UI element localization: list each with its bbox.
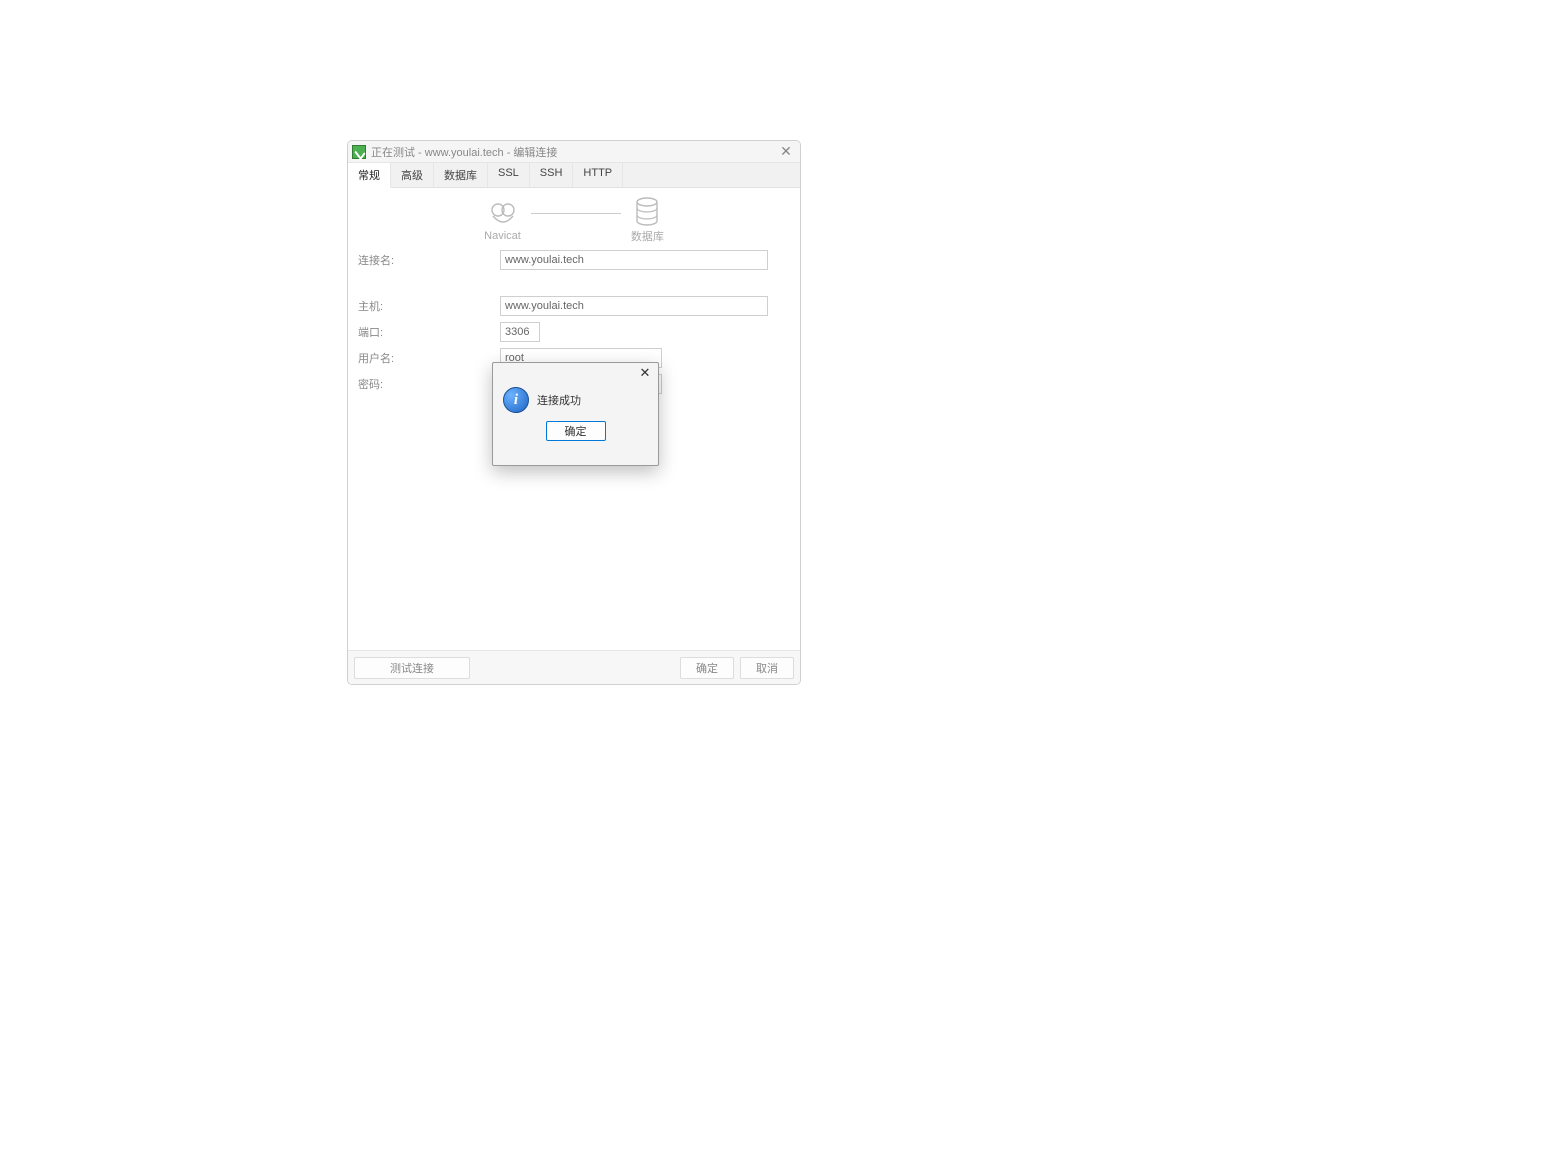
host-input[interactable] <box>500 296 768 316</box>
dialog-footer: 测试连接 确定 取消 <box>348 650 800 684</box>
navicat-icon <box>487 198 519 230</box>
diagram-navicat: Navicat <box>484 198 521 242</box>
connection-diagram: Navicat 数据库 <box>358 196 790 244</box>
row-host: 主机: <box>358 296 790 316</box>
diagram-navicat-label: Navicat <box>484 230 521 242</box>
tab-bar: 常规 高级 数据库 SSL SSH HTTP <box>348 163 800 188</box>
modal-footer: 确定 <box>493 421 658 451</box>
diagram-database: 数据库 <box>631 196 664 244</box>
tab-ssl[interactable]: SSL <box>488 163 530 187</box>
row-connection-name: 连接名: <box>358 250 790 270</box>
tab-ssh[interactable]: SSH <box>530 163 574 187</box>
titlebar: 正在测试 - www.youlai.tech - 编辑连接 ✕ <box>348 141 800 163</box>
test-connection-button[interactable]: 测试连接 <box>354 657 470 679</box>
tab-advanced[interactable]: 高级 <box>391 163 434 187</box>
ok-button[interactable]: 确定 <box>680 657 734 679</box>
window-title: 正在测试 - www.youlai.tech - 编辑连接 <box>371 144 557 160</box>
connection-success-dialog: ✕ i 连接成功 确定 <box>492 362 659 466</box>
tab-general[interactable]: 常规 <box>348 163 391 188</box>
database-icon <box>631 196 663 228</box>
diagram-connector <box>531 213 621 214</box>
row-port: 端口: <box>358 322 790 342</box>
modal-ok-button[interactable]: 确定 <box>546 421 606 441</box>
label-connection-name: 连接名: <box>358 252 500 268</box>
modal-body: i 连接成功 <box>493 383 658 421</box>
label-port: 端口: <box>358 324 500 340</box>
navicat-app-icon <box>352 145 366 159</box>
tab-databases[interactable]: 数据库 <box>434 163 488 187</box>
cancel-button[interactable]: 取消 <box>740 657 794 679</box>
port-input[interactable] <box>500 322 540 342</box>
modal-close-icon[interactable]: ✕ <box>636 365 654 381</box>
label-password: 密码: <box>358 376 500 392</box>
modal-message: 连接成功 <box>537 392 581 408</box>
info-icon: i <box>503 387 529 413</box>
tab-http[interactable]: HTTP <box>573 163 623 187</box>
connection-name-input[interactable] <box>500 250 768 270</box>
label-user: 用户名: <box>358 350 500 366</box>
close-icon[interactable]: ✕ <box>776 143 796 160</box>
label-host: 主机: <box>358 298 500 314</box>
modal-titlebar: ✕ <box>493 363 658 383</box>
diagram-database-label: 数据库 <box>631 228 664 244</box>
